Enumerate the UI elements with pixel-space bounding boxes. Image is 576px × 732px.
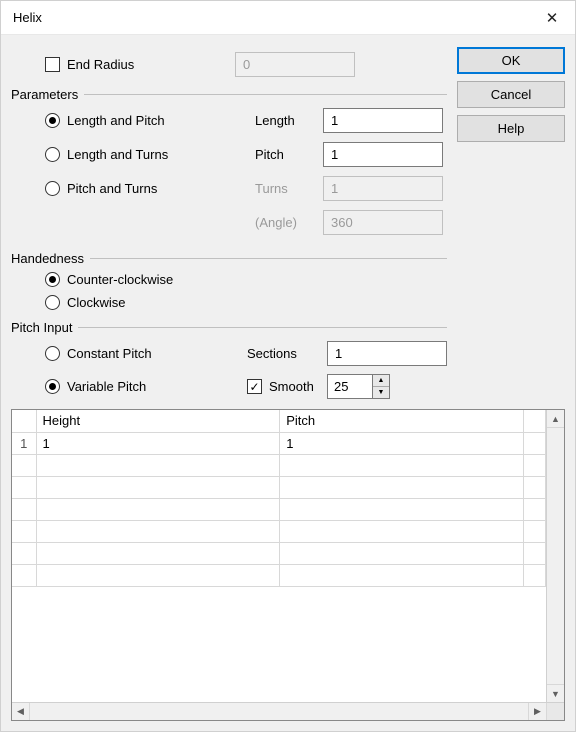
radio-label: Length and Pitch [67, 113, 165, 128]
cell-pitch[interactable]: 1 [280, 432, 524, 454]
table-row[interactable] [12, 476, 546, 498]
vertical-scrollbar[interactable]: ▲ ▼ [546, 410, 564, 702]
scroll-down-icon[interactable]: ▼ [547, 684, 564, 702]
scroll-right-icon[interactable]: ▶ [528, 703, 546, 720]
client-area: End Radius 0 Parameters Length and Pitch… [1, 35, 575, 731]
scroll-left-icon[interactable]: ◀ [12, 703, 30, 720]
spin-up-icon[interactable]: ▲ [373, 375, 389, 387]
col-height[interactable]: Height [36, 410, 280, 432]
scroll-corner [546, 703, 564, 720]
pitch-input-field[interactable]: 1 [323, 142, 443, 167]
radio-constant-pitch[interactable]: Constant Pitch [45, 346, 239, 361]
radio-length-and-turns[interactable]: Length and Turns [45, 147, 168, 162]
parameters-header: Parameters [11, 87, 447, 102]
turns-input: 1 [323, 176, 443, 201]
length-input[interactable]: 1 [323, 108, 443, 133]
table-row[interactable] [12, 564, 546, 586]
radio-icon [45, 295, 60, 310]
row-header-blank [12, 410, 36, 432]
smooth-value[interactable]: 25 [327, 374, 372, 399]
radio-label: Variable Pitch [67, 379, 146, 394]
radio-counter-clockwise[interactable]: Counter-clockwise [45, 272, 447, 287]
divider [84, 94, 447, 95]
radio-icon [45, 113, 60, 128]
length-label: Length [255, 113, 315, 128]
radio-variable-pitch[interactable]: Variable Pitch [45, 379, 239, 394]
smooth-spinner[interactable]: 25 ▲ ▼ [327, 374, 447, 399]
table-row[interactable] [12, 498, 546, 520]
radio-label: Clockwise [67, 295, 126, 310]
divider [90, 258, 447, 259]
close-icon: ✕ [546, 9, 559, 27]
end-radius-input: 0 [235, 52, 355, 77]
helix-dialog: Helix ✕ End Radius 0 Parameters [0, 0, 576, 732]
window-title: Helix [13, 10, 42, 25]
sections-input[interactable]: 1 [327, 341, 447, 366]
pitch-input-label: Pitch Input [11, 320, 72, 335]
pitch-input-header: Pitch Input [11, 320, 447, 335]
smooth-label: Smooth [269, 379, 314, 394]
scroll-track[interactable] [30, 703, 528, 720]
radio-label: Length and Turns [67, 147, 168, 162]
handedness-label: Handedness [11, 251, 84, 266]
help-button[interactable]: Help [457, 115, 565, 142]
radio-icon [45, 147, 60, 162]
titlebar: Helix ✕ [1, 1, 575, 35]
parameters-label: Parameters [11, 87, 78, 102]
table-row[interactable] [12, 520, 546, 542]
radio-clockwise[interactable]: Clockwise [45, 295, 447, 310]
angle-input: 360 [323, 210, 443, 235]
scroll-up-icon[interactable]: ▲ [547, 410, 564, 428]
scroll-track[interactable] [547, 428, 564, 684]
table-row[interactable]: 1 1 1 [12, 432, 546, 454]
end-radius-checkbox[interactable]: End Radius [45, 57, 235, 72]
radio-icon [45, 379, 60, 394]
table-row[interactable] [12, 542, 546, 564]
table-header-row: Height Pitch [12, 410, 546, 432]
cancel-button[interactable]: Cancel [457, 81, 565, 108]
radio-icon [45, 346, 60, 361]
radio-label: Pitch and Turns [67, 181, 157, 196]
pitch-table: Height Pitch 1 1 1 [11, 409, 565, 721]
cell-height[interactable]: 1 [36, 432, 280, 454]
col-blank [524, 410, 546, 432]
checkbox-icon: ✓ [247, 379, 262, 394]
checkbox-icon [45, 57, 60, 72]
spin-down-icon[interactable]: ▼ [373, 387, 389, 398]
radio-label: Constant Pitch [67, 346, 152, 361]
radio-pitch-and-turns[interactable]: Pitch and Turns [45, 181, 157, 196]
handedness-header: Handedness [11, 251, 447, 266]
turns-label: Turns [255, 181, 315, 196]
horizontal-scrollbar[interactable]: ◀ ▶ [12, 702, 564, 720]
col-pitch[interactable]: Pitch [280, 410, 524, 432]
end-radius-label: End Radius [67, 57, 134, 72]
radio-icon [45, 181, 60, 196]
radio-label: Counter-clockwise [67, 272, 173, 287]
angle-label: (Angle) [255, 215, 315, 230]
smooth-checkbox[interactable]: ✓ Smooth [247, 379, 319, 394]
pitch-label: Pitch [255, 147, 315, 162]
row-index: 1 [12, 432, 36, 454]
table-row[interactable] [12, 454, 546, 476]
close-button[interactable]: ✕ [529, 1, 575, 35]
radio-length-and-pitch[interactable]: Length and Pitch [45, 113, 165, 128]
divider [78, 327, 447, 328]
ok-button[interactable]: OK [457, 47, 565, 74]
radio-icon [45, 272, 60, 287]
sections-label: Sections [247, 346, 319, 361]
